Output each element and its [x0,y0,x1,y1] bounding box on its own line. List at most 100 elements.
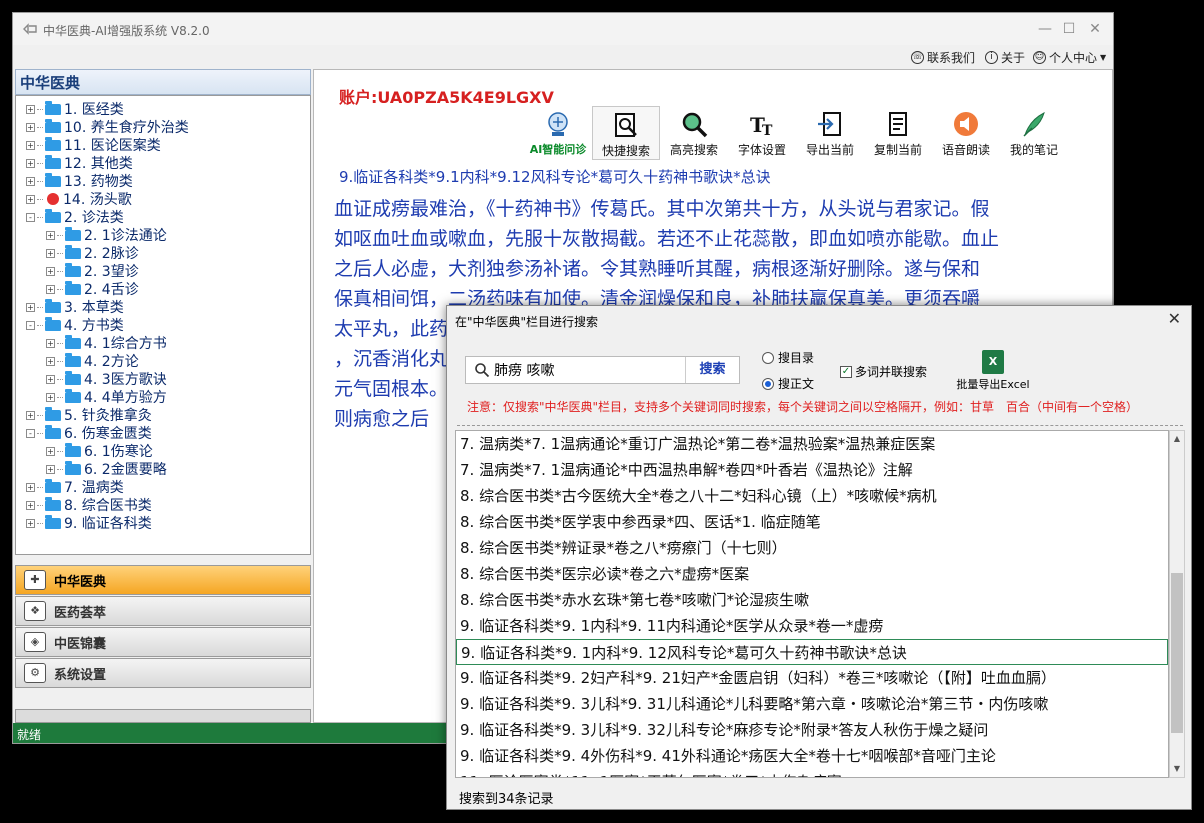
toolbar-button[interactable]: 我的笔记 [1000,106,1068,160]
nav-button[interactable]: ✚ 中华医典 [15,565,311,595]
result-row[interactable]: 9. 临证各科类*9. 4外伤科*9. 41外科通论*疡医大全*卷十七*咽喉部*… [456,743,1168,769]
expand-icon[interactable]: + [46,464,55,474]
tree-item[interactable]: +2. 4舌诊 [16,280,310,298]
expand-icon[interactable]: + [46,284,55,294]
result-row[interactable]: 9. 临证各科类*9. 1内科*9. 12风科专论*葛可久十药神书歌诀*总诀 [456,639,1168,665]
expand-icon[interactable]: + [26,158,35,168]
toolbar-button[interactable]: T T 字体设置 [728,106,796,160]
result-row[interactable]: 9. 临证各科类*9. 3儿科*9. 32儿科专论*麻疹专论*附录*答友人秋伤于… [456,717,1168,743]
expand-icon[interactable]: + [26,302,35,312]
expand-icon[interactable]: + [46,356,55,366]
contact-link[interactable]: ☏ 联系我们 [911,49,975,66]
nav-spacer [15,709,311,723]
tree-item[interactable]: +4. 2方论 [16,352,310,370]
tree-item[interactable]: +4. 1综合方书 [16,334,310,352]
minimize-button[interactable]: — [1035,19,1055,39]
toolbar-button[interactable]: 语音朗读 [932,106,1000,160]
tree-item-label: 6. 1伤寒论 [84,444,153,460]
collapse-icon[interactable]: - [26,320,35,330]
close-window-button[interactable]: ✕ [1085,19,1105,39]
toolbar-button[interactable]: 高亮搜索 [660,106,728,160]
tree-item[interactable]: +11. 医论医案类 [16,136,310,154]
scroll-thumb[interactable] [1171,573,1183,733]
nav-button[interactable]: ⚙ 系统设置 [15,658,311,688]
toolbar-button[interactable]: AI智能问诊 [524,106,592,160]
expand-icon[interactable]: + [26,104,35,114]
expand-icon[interactable]: + [46,338,55,348]
expand-icon[interactable]: + [26,518,35,528]
result-row[interactable]: 9. 临证各科类*9. 3儿科*9. 31儿科通论*儿科要略*第六章・咳嗽论治*… [456,691,1168,717]
expand-icon[interactable]: + [26,122,35,132]
tree-item[interactable]: +2. 3望诊 [16,262,310,280]
maximize-button[interactable]: ☐ [1059,19,1079,39]
tree-item[interactable]: +3. 本草类 [16,298,310,316]
toolbar-button[interactable]: 快捷搜索 [592,106,660,160]
multi-keyword-checkbox[interactable]: ✓ 多词并联搜索 [840,363,927,380]
expand-icon[interactable]: + [46,266,55,276]
collapse-icon[interactable]: - [26,212,35,222]
category-tree[interactable]: +1. 医经类 +10. 养生食疗外治类 +11. 医论医案类 +12. 其他类 +13… [15,95,311,555]
result-row[interactable]: 9. 临证各科类*9. 1内科*9. 11内科通论*医学从众录*卷一*虚痨 [456,613,1168,639]
radio-search-catalog[interactable]: 搜目录 [762,349,814,366]
result-row[interactable]: 8. 综合医书类*赤水玄珠*第七卷*咳嗽门*论湿痰生嗽 [456,587,1168,613]
folder-icon [65,352,81,367]
folder-icon [65,442,81,457]
about-link[interactable]: i 关于 [985,49,1025,66]
expand-icon[interactable]: + [46,374,55,384]
result-row[interactable]: 8. 综合医书类*医学衷中参西录*四、医话*1. 临症随笔 [456,509,1168,535]
result-row[interactable]: 7. 温病类*7. 1温病通论*重订广温热论*第二卷*温热验案*温热兼症医案 [456,431,1168,457]
toolbar-button[interactable]: 复制当前 [864,106,932,160]
result-row[interactable]: 11. 医论医案类*11. 1医案*王蓉仁医案*卷三*内伤杂病案 [456,769,1168,777]
tree-item[interactable]: +5. 针灸推拿灸 [16,406,310,424]
scroll-down-icon[interactable]: ▼ [1170,761,1184,777]
tree-item[interactable]: +13. 药物类 [16,172,310,190]
tree-item[interactable]: - 6. 伤寒金匮类 [16,424,310,442]
tree-item[interactable]: +7. 温病类 [16,478,310,496]
result-row[interactable]: 8. 综合医书类*古今医统大全*卷之八十二*妇科心镜（上）*咳嗽候*病机 [456,483,1168,509]
expand-icon[interactable]: + [26,482,35,492]
export-excel-button[interactable]: X 批量导出Excel [953,350,1033,392]
tree-item[interactable]: +4. 4单方验方 [16,388,310,406]
dialog-close-button[interactable]: ✕ [1168,309,1181,328]
toolbar-button[interactable]: 导出当前 [796,106,864,160]
results-scrollbar[interactable]: ▲ ▼ [1169,430,1185,778]
expand-icon[interactable]: + [26,410,35,420]
tree-item[interactable]: - 4. 方书类 [16,316,310,334]
expand-icon[interactable]: + [46,230,55,240]
profile-menu[interactable]: ☺ 个人中心 ▼ [1033,49,1106,66]
results-list[interactable]: 7. 温病类*7. 1温病通论*重订广温热论*第二卷*温热验案*温热兼症医案 7.… [455,430,1169,778]
expand-icon[interactable]: + [26,140,35,150]
nav-button[interactable]: ❖ 医药荟萃 [15,596,311,626]
search-button[interactable]: 搜索 [685,357,739,383]
tree-item[interactable]: +10. 养生食疗外治类 [16,118,310,136]
expand-icon[interactable]: + [26,176,35,186]
radio-search-text[interactable]: 搜正文 [762,375,814,392]
tree-connector [37,324,43,326]
result-row[interactable]: 8. 综合医书类*辨证录*卷之八*痨瘵门（十七则） [456,535,1168,561]
tree-connector [37,126,43,128]
expand-icon[interactable]: + [26,500,35,510]
tree-item[interactable]: +2. 1诊法通论 [16,226,310,244]
tree-item[interactable]: +12. 其他类 [16,154,310,172]
tree-item[interactable]: +1. 医经类 [16,100,310,118]
tree-item[interactable]: +6. 2金匮要略 [16,460,310,478]
tree-connector [57,342,63,344]
scroll-up-icon[interactable]: ▲ [1170,431,1184,447]
result-row[interactable]: 7. 温病类*7. 1温病通论*中西温热串解*卷四*叶香岩《温热论》注解 [456,457,1168,483]
expand-icon[interactable]: + [26,194,35,204]
tree-item[interactable]: +4. 3医方歌诀 [16,370,310,388]
expand-icon[interactable]: + [46,446,55,456]
expand-icon[interactable]: + [46,392,55,402]
search-input[interactable] [494,362,674,378]
tree-item[interactable]: +14. 汤头歌 [16,190,310,208]
collapse-icon[interactable]: - [26,428,35,438]
tree-item[interactable]: +6. 1伤寒论 [16,442,310,460]
tree-item[interactable]: +9. 临证各科类 [16,514,310,532]
tree-item[interactable]: +8. 综合医书类 [16,496,310,514]
result-row[interactable]: 9. 临证各科类*9. 2妇产科*9. 21妇产*金匮启钥（妇科）*卷三*咳嗽论… [456,665,1168,691]
tree-item[interactable]: - 2. 诊法类 [16,208,310,226]
expand-icon[interactable]: + [46,248,55,258]
result-row[interactable]: 8. 综合医书类*医宗必读*卷之六*虚痨*医案 [456,561,1168,587]
nav-button[interactable]: ◈ 中医锦囊 [15,627,311,657]
tree-item[interactable]: +2. 2脉诊 [16,244,310,262]
